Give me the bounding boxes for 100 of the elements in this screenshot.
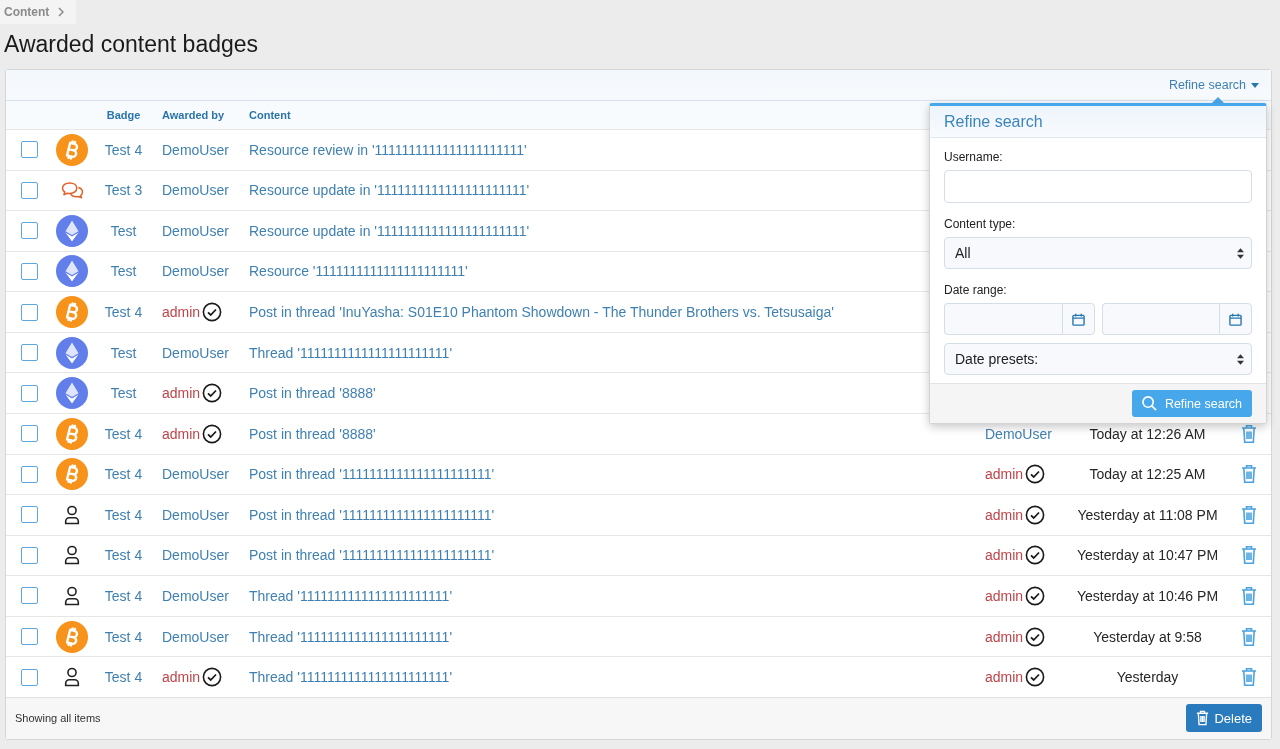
badge-link[interactable]: Test 4 [104,466,143,483]
select-field[interactable]: Date presets: [944,343,1252,375]
badge-link[interactable]: Test 4 [104,628,143,645]
date-field[interactable] [944,303,1062,335]
content-link[interactable]: Resource update in '1111111111111111111111' [249,182,530,199]
check-circle-icon [1025,585,1046,606]
column-header[interactable]: Content [242,108,291,122]
username-link[interactable]: admin [162,425,201,442]
trash-icon[interactable] [1241,504,1257,525]
trash-icon[interactable] [1241,585,1257,606]
trash-icon [1196,710,1210,727]
username-link[interactable]: admin [985,547,1024,564]
username-field[interactable] [944,170,1252,203]
row-checkbox[interactable] [20,222,38,240]
content-link[interactable]: Thread '1111111111111111111111' [249,587,453,604]
row-checkbox[interactable] [20,384,38,402]
content-link[interactable]: Post in thread '8888' [249,385,376,402]
badge-link[interactable]: Test [110,385,137,402]
badge-link[interactable]: Test 4 [104,506,143,523]
date-text: Yesterday at 10:46 PM [1076,587,1219,604]
badge-link[interactable]: Test 4 [104,141,143,158]
username-link[interactable]: DemoUser [162,182,229,199]
trash-icon[interactable] [1241,423,1257,444]
badge-link[interactable]: Test 3 [104,182,143,199]
refine-search-link[interactable]: Refine search [1168,77,1259,93]
check-circle-icon [202,383,223,404]
badge-link[interactable]: Test [110,263,137,280]
username-link[interactable]: admin [985,628,1024,645]
row-checkbox[interactable] [20,668,38,686]
breadcrumb-link[interactable]: Content [0,0,77,24]
badge-link[interactable]: Test [110,222,137,239]
username-link[interactable]: DemoUser [162,466,229,483]
content-link[interactable]: Thread '1111111111111111111111' [249,344,453,361]
coin-icon [56,296,88,329]
row-checkbox[interactable] [20,262,38,280]
username-link[interactable]: admin [985,466,1024,483]
content-link[interactable]: Post in thread '8888' [249,425,376,442]
column-header[interactable]: Badge [106,108,141,122]
diamond-coin-icon [56,255,88,288]
refine-search-button[interactable]: Refine search [1131,390,1252,417]
content-link[interactable]: Post in thread '1111111111111111111111' [249,466,495,483]
badge-link[interactable]: Test 4 [104,547,143,564]
calendar-button[interactable] [1219,303,1252,335]
badge-link[interactable]: Test 4 [104,304,143,321]
date-field[interactable] [1101,303,1219,335]
badge-link[interactable]: Test 4 [104,669,143,686]
username-link[interactable]: DemoUser [162,587,229,604]
row-checkbox[interactable] [20,425,38,443]
username-link[interactable]: admin [985,587,1024,604]
trash-icon[interactable] [1241,667,1257,688]
field-label: Date range: [944,282,1007,299]
row-checkbox[interactable] [20,303,38,321]
username-link[interactable]: admin [985,669,1024,686]
row-checkbox[interactable] [20,506,38,524]
trash-icon[interactable] [1241,545,1257,566]
badge-link[interactable]: Test [110,344,137,361]
username-link[interactable]: admin [162,669,201,686]
calendar-button[interactable] [1061,303,1095,335]
row-checkbox[interactable] [20,181,38,199]
caret-icon [1251,82,1259,88]
username-link[interactable]: DemoUser [162,344,229,361]
username-link[interactable]: admin [162,304,201,321]
row-checkbox[interactable] [20,628,38,646]
username-link[interactable]: DemoUser [162,506,229,523]
content-link[interactable]: Post in thread 'InuYasha: S01E10 Phantom Showdown - The Thunder Brothers vs. Tetsusaiga' [249,304,834,321]
content-link[interactable]: Resource review in '1111111111111111111111' [249,141,527,158]
check-circle-icon [1025,464,1046,485]
badge-link[interactable]: Test 4 [104,587,143,604]
select-field[interactable]: All [944,237,1252,269]
row-checkbox[interactable] [20,587,38,605]
column-header[interactable]: Awarded by [155,108,225,122]
trash-icon[interactable] [1241,464,1257,485]
username-link[interactable]: DemoUser [162,547,229,564]
content-link[interactable]: Thread '1111111111111111111111' [249,628,453,645]
content-link[interactable]: Thread '1111111111111111111111' [249,669,453,686]
username-link[interactable]: admin [162,385,201,402]
row-checkbox[interactable] [20,465,38,483]
diamond-coin-icon [56,336,88,369]
diamond-coin-icon [56,377,88,410]
content-link[interactable]: Resource '1111111111111111111111' [249,263,468,280]
coin-icon [56,417,88,450]
username-link[interactable]: DemoUser [162,222,229,239]
delete-button[interactable]: Delete [1186,704,1262,733]
check-circle-icon [1025,545,1046,566]
coin-icon [56,620,88,653]
username-link[interactable]: DemoUser [162,628,229,645]
row-checkbox[interactable] [20,546,38,564]
content-link[interactable]: Post in thread '1111111111111111111111' [249,506,495,523]
username-link[interactable]: DemoUser [162,141,229,158]
badge-link[interactable]: Test 4 [104,425,143,442]
username-link[interactable]: DemoUser [162,263,229,280]
username-link[interactable]: DemoUser [985,425,1052,442]
content-link[interactable]: Post in thread '1111111111111111111111' [249,547,495,564]
username-link[interactable]: admin [985,506,1024,523]
trash-icon[interactable] [1241,626,1257,647]
row-checkbox[interactable] [20,141,38,159]
content-link[interactable]: Resource update in '1111111111111111111111' [249,222,530,239]
check-circle-icon [1025,626,1046,647]
row-checkbox[interactable] [20,344,38,362]
diamond-coin-icon [56,214,88,247]
